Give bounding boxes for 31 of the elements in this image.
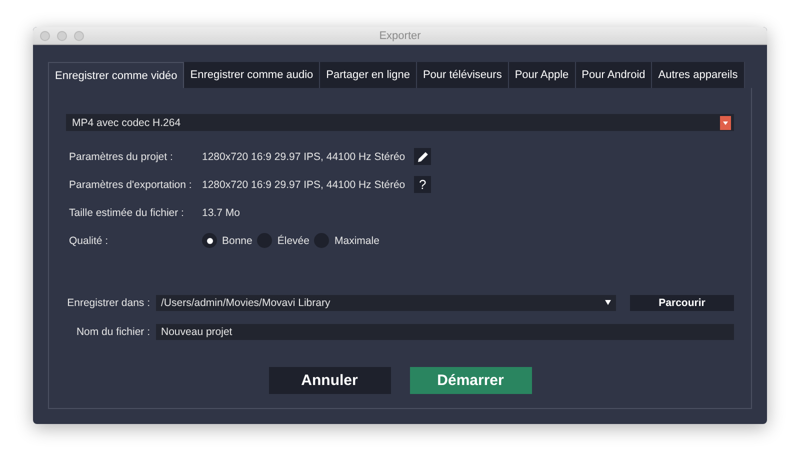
window-title: Exporter bbox=[379, 30, 421, 42]
setting-value: 13.7 Mo bbox=[202, 206, 240, 218]
pencil-icon[interactable] bbox=[414, 148, 432, 165]
setting-label: Qualité : bbox=[69, 234, 110, 246]
format-dropdown[interactable]: MP4 avec codec H.264 bbox=[66, 114, 734, 131]
field-label: Nom du fichier : bbox=[75, 326, 150, 338]
radio-button[interactable] bbox=[202, 233, 217, 248]
tab[interactable]: Autres appareils bbox=[652, 62, 745, 88]
setting-label: Taille estimée du fichier : bbox=[69, 206, 185, 218]
radio-label: Maximale bbox=[334, 234, 380, 246]
tab[interactable]: Enregistrer comme audio bbox=[184, 62, 320, 88]
start-button[interactable]: Démarrer bbox=[410, 367, 532, 394]
radio-button[interactable] bbox=[314, 233, 330, 248]
tab[interactable]: Pour Android bbox=[576, 62, 652, 88]
radio-label: Bonne bbox=[222, 234, 252, 246]
browse-button[interactable]: Parcourir bbox=[630, 294, 734, 310]
help-button[interactable]: ? bbox=[414, 176, 432, 193]
folder-dropdown[interactable]: /Users/admin/Movies/Movavi Library bbox=[156, 294, 616, 310]
field-label: Enregistrer dans : bbox=[66, 296, 150, 308]
tab[interactable]: Enregistrer comme vidéo bbox=[48, 62, 184, 88]
tab[interactable]: Pour téléviseurs bbox=[416, 62, 509, 88]
setting-value: 1280x720 16:9 29.97 IPS, 44100 Hz Stéréo bbox=[202, 178, 406, 190]
radio-button[interactable] bbox=[257, 233, 272, 248]
setting-value: 1280x720 16:9 29.97 IPS, 44100 Hz Stéréo bbox=[202, 150, 406, 162]
setting-label: Paramètres d'exportation : bbox=[69, 178, 193, 190]
input-field[interactable]: Nouveau projet bbox=[156, 324, 734, 340]
setting-label: Paramètres du projet : bbox=[69, 150, 174, 162]
radio-label: Élevée bbox=[277, 234, 310, 246]
tab[interactable]: Partager en ligne bbox=[320, 62, 417, 88]
tab[interactable]: Pour Apple bbox=[508, 62, 576, 88]
cancel-button[interactable]: Annuler bbox=[268, 367, 390, 394]
